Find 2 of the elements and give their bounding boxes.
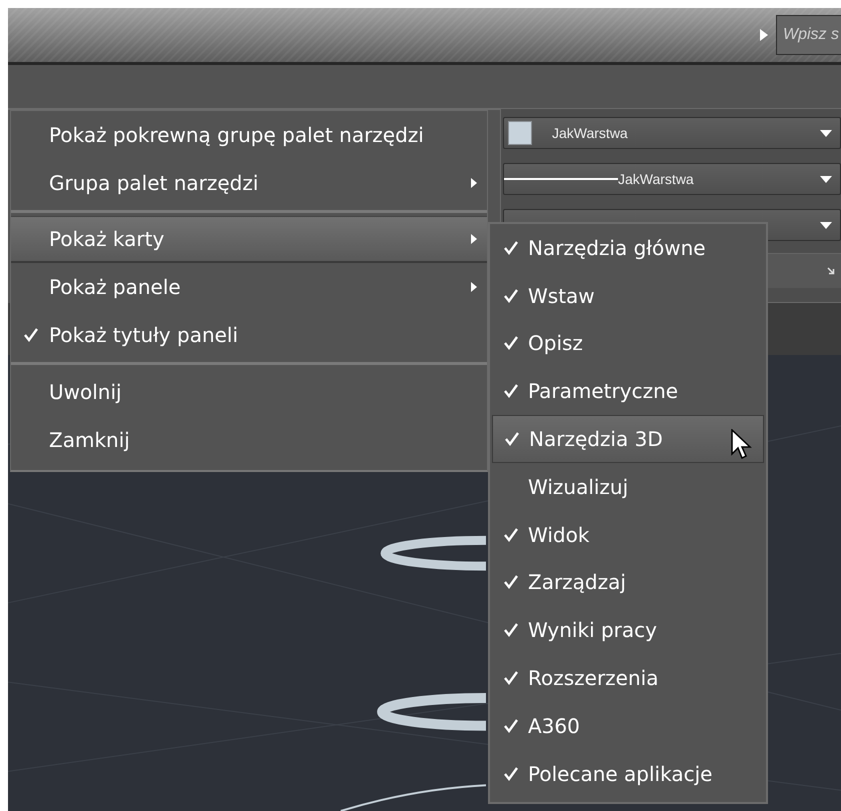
dropdown-value: JakWarstwa [552, 125, 628, 141]
dropdown-value: JakWarstwa [618, 171, 694, 187]
